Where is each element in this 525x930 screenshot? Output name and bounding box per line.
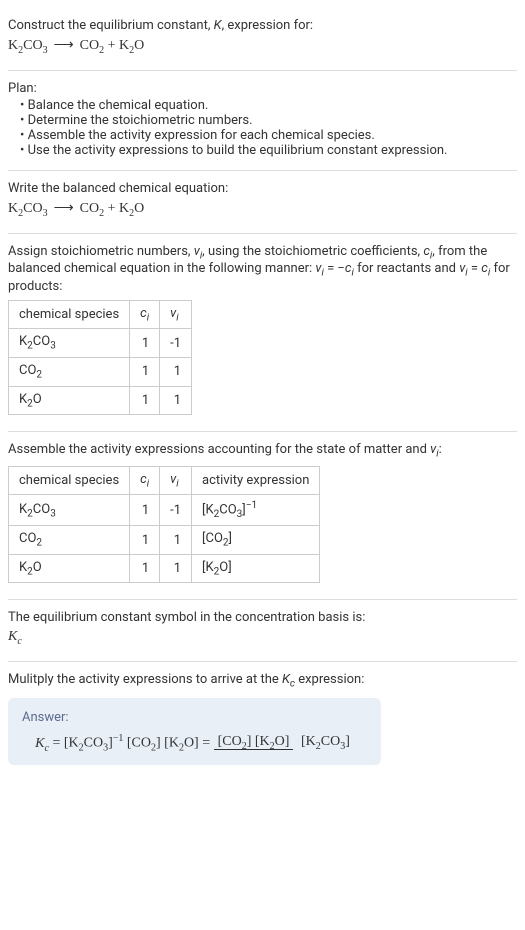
equation-header: K2CO3⟶CO2 + K2O bbox=[8, 37, 517, 56]
table-header-row: chemical species ci νi bbox=[9, 300, 192, 329]
activity-text: Assemble the activity expressions accoun… bbox=[8, 442, 517, 460]
cell-v: -1 bbox=[160, 329, 192, 358]
plan-item: • Determine the stoichiometric numbers. bbox=[20, 113, 517, 128]
symbol-text: The equilibrium constant symbol in the c… bbox=[8, 610, 517, 625]
cell-species: CO2 bbox=[9, 526, 130, 555]
cell-c: 1 bbox=[130, 386, 160, 415]
balanced-section: Write the balanced chemical equation: K2… bbox=[8, 171, 517, 234]
symbol-value: Kc bbox=[8, 629, 517, 647]
col-c: ci bbox=[130, 466, 160, 495]
plan-item-text: Use the activity expressions to build th… bbox=[28, 143, 448, 158]
activity-table: chemical species ci νi activity expressi… bbox=[8, 466, 320, 584]
col-species: chemical species bbox=[9, 466, 130, 495]
plan-title: Plan: bbox=[8, 81, 517, 96]
col-v: νi bbox=[160, 466, 192, 495]
prompt-text: Construct the equilibrium constant, K, e… bbox=[8, 18, 517, 33]
table-row: K2O 1 1 bbox=[9, 386, 192, 415]
cell-species: K2CO3 bbox=[9, 495, 130, 526]
table-row: K2CO3 1 -1 [K2CO3]−1 bbox=[9, 495, 320, 526]
plan-item-text: Balance the chemical equation. bbox=[28, 98, 209, 113]
stoich-section: Assign stoichiometric numbers, νi, using… bbox=[8, 234, 517, 433]
table-row: CO2 1 1 bbox=[9, 357, 192, 386]
multiply-section: Mulitply the activity expressions to arr… bbox=[8, 662, 517, 775]
cell-species: K2O bbox=[9, 554, 130, 583]
cell-c: 1 bbox=[130, 526, 160, 555]
stoich-table: chemical species ci νi K2CO3 1 -1 CO2 1 … bbox=[8, 300, 192, 415]
balanced-text: Write the balanced chemical equation: bbox=[8, 181, 517, 196]
col-species: chemical species bbox=[9, 300, 130, 329]
table-row: K2O 1 1 [K2O] bbox=[9, 554, 320, 583]
symbol-section: The equilibrium constant symbol in the c… bbox=[8, 600, 517, 662]
plan-item-text: Assemble the activity expression for eac… bbox=[28, 128, 375, 143]
answer-box: Answer: Kc = [K2CO3]−1 [CO2] [K2O] = [CO… bbox=[8, 698, 381, 765]
table-row: K2CO3 1 -1 bbox=[9, 329, 192, 358]
cell-v: 1 bbox=[160, 357, 192, 386]
cell-expr: [K2CO3]−1 bbox=[192, 495, 320, 526]
cell-expr: [K2O] bbox=[192, 554, 320, 583]
plan-section: Plan: • Balance the chemical equation. •… bbox=[8, 71, 517, 171]
col-expr: activity expression bbox=[192, 466, 320, 495]
table-row: CO2 1 1 [CO2] bbox=[9, 526, 320, 555]
plan-item-text: Determine the stoichiometric numbers. bbox=[28, 113, 253, 128]
cell-v: -1 bbox=[160, 495, 192, 526]
cell-species: CO2 bbox=[9, 357, 130, 386]
cell-v: 1 bbox=[160, 526, 192, 555]
cell-c: 1 bbox=[130, 495, 160, 526]
answer-equation: Kc = [K2CO3]−1 [CO2] [K2O] = [CO2] [K2O]… bbox=[22, 733, 367, 753]
table-header-row: chemical species ci νi activity expressi… bbox=[9, 466, 320, 495]
plan-item: • Balance the chemical equation. bbox=[20, 98, 517, 113]
plan-item: • Use the activity expressions to build … bbox=[20, 143, 517, 158]
cell-species: K2O bbox=[9, 386, 130, 415]
col-c: ci bbox=[130, 300, 160, 329]
answer-label: Answer: bbox=[22, 710, 367, 725]
cell-c: 1 bbox=[130, 357, 160, 386]
plan-item: • Assemble the activity expression for e… bbox=[20, 128, 517, 143]
header-section: Construct the equilibrium constant, K, e… bbox=[8, 8, 517, 71]
cell-c: 1 bbox=[130, 329, 160, 358]
cell-v: 1 bbox=[160, 554, 192, 583]
cell-expr: [CO2] bbox=[192, 526, 320, 555]
multiply-text: Mulitply the activity expressions to arr… bbox=[8, 672, 517, 690]
stoich-text: Assign stoichiometric numbers, νi, using… bbox=[8, 244, 517, 294]
col-v: νi bbox=[160, 300, 192, 329]
activity-section: Assemble the activity expressions accoun… bbox=[8, 432, 517, 600]
equation-balanced: K2CO3⟶CO2 + K2O bbox=[8, 200, 517, 219]
cell-c: 1 bbox=[130, 554, 160, 583]
cell-v: 1 bbox=[160, 386, 192, 415]
cell-species: K2CO3 bbox=[9, 329, 130, 358]
plan-list: • Balance the chemical equation. • Deter… bbox=[8, 98, 517, 158]
